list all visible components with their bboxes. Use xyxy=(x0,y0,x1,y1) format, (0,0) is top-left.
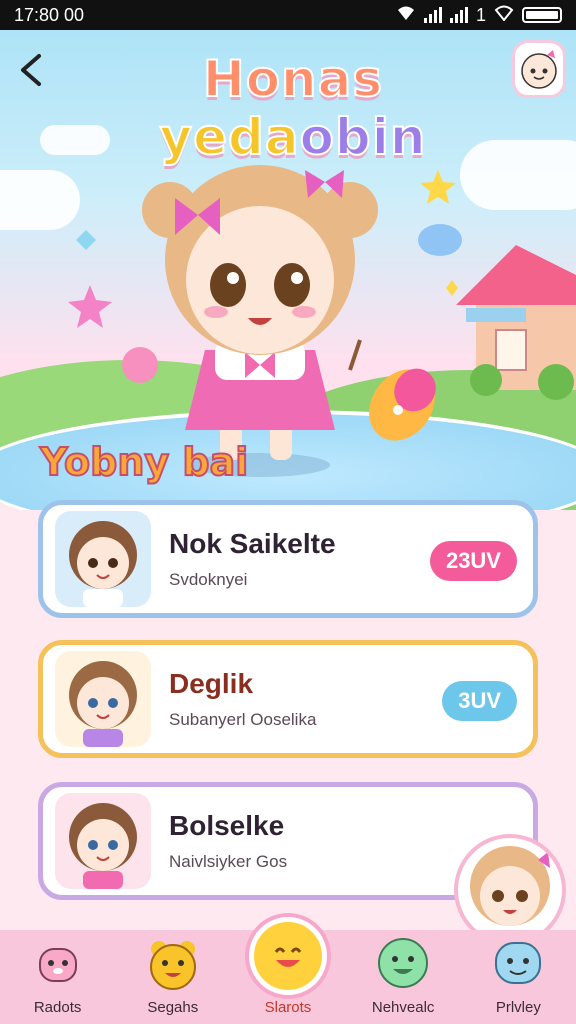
wifi-icon xyxy=(396,5,416,26)
nav-label: Prlvley xyxy=(495,999,541,1016)
nav-item-segahs[interactable]: Segahs xyxy=(123,935,223,1016)
list-item[interactable]: Deglik Subanyerl Ooselika 3UV xyxy=(38,640,538,758)
battery-icon xyxy=(522,7,562,23)
title-part-1: Honas xyxy=(202,49,384,109)
status-badge[interactable]: 3UV xyxy=(442,681,517,721)
profile-avatar[interactable] xyxy=(512,40,566,98)
avatar-face-icon xyxy=(521,50,557,89)
bottom-navigation: Radots Segahs Slarots Nehvealc Prlvley xyxy=(0,917,576,1024)
back-button[interactable] xyxy=(12,48,48,92)
status-time: 17:80 00 xyxy=(14,4,85,25)
wifi-icon-2 xyxy=(494,5,514,26)
character-face-icon xyxy=(69,521,137,607)
nav-item-prlvley[interactable]: Prlvley xyxy=(468,935,568,1016)
character-thumbnail xyxy=(55,511,151,607)
list-item[interactable]: Nok Saikelte Svdoknyei 23UV xyxy=(38,500,538,618)
nav-label: Slarots xyxy=(264,999,312,1016)
pink-bunny-icon xyxy=(30,935,86,991)
item-title: Bolselke xyxy=(169,810,285,841)
signal-icon xyxy=(423,7,442,23)
character-thumbnail xyxy=(55,793,151,889)
smiley-star-icon xyxy=(248,917,327,995)
green-face-icon xyxy=(375,935,431,991)
nav-item-radots[interactable]: Radots xyxy=(8,935,108,1016)
character-face-icon xyxy=(69,803,137,889)
signal-label: 1 xyxy=(475,4,486,25)
candy-illustration xyxy=(369,368,436,441)
nav-label: Radots xyxy=(33,999,82,1016)
blue-face-icon xyxy=(490,935,546,991)
character-thumbnail xyxy=(55,651,151,747)
nav-item-slarots[interactable]: Slarots xyxy=(238,917,338,1016)
character-face-icon xyxy=(470,846,550,926)
title-part-4: obin xyxy=(299,107,427,167)
section-heading: Yobny bai xyxy=(39,439,249,485)
nav-item-nehvealc[interactable]: Nehvealc xyxy=(353,935,453,1016)
character-face-icon xyxy=(69,661,137,747)
status-badge[interactable]: 23UV xyxy=(429,541,517,581)
signal-icon-2 xyxy=(449,7,468,23)
chevron-left-icon xyxy=(21,54,41,86)
title-part-3: yeda xyxy=(159,107,300,167)
nav-label: Nehvealc xyxy=(371,999,435,1016)
page-title: Honas yedaobin xyxy=(78,49,508,167)
status-icons: 1 xyxy=(396,5,562,26)
hero-character-illustration xyxy=(142,165,378,477)
yellow-bear-icon xyxy=(145,935,201,991)
status-bar: 17:80 00 1 xyxy=(0,0,576,30)
nav-label: Segahs xyxy=(147,999,199,1016)
